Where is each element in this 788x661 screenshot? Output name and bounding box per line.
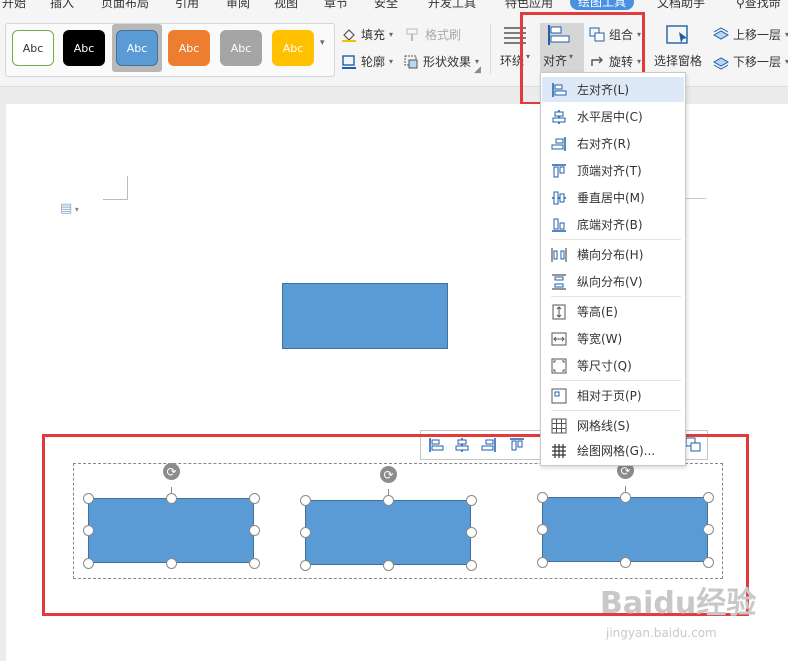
outline-icon	[342, 54, 356, 69]
drawing-grid-icon	[551, 443, 567, 459]
equal-size-icon	[551, 358, 567, 374]
paragraph-options-icon[interactable]: ▤ ▾	[60, 201, 79, 216]
page-margin-marker	[103, 176, 128, 200]
menu-separator	[551, 239, 681, 240]
baidu-watermark-url: jingyan.baidu.com	[606, 626, 717, 640]
tab-drawing-tools[interactable]: 绘图工具	[570, 0, 635, 10]
shape-style-6[interactable]: Abc	[272, 30, 314, 66]
chevron-down-icon: ▾	[389, 30, 394, 39]
align-left-icon	[551, 82, 567, 98]
search-icon: ⚲	[736, 0, 745, 10]
menu-item-align-top[interactable]: 顶端对齐(T)	[542, 158, 684, 183]
fill-icon	[342, 28, 356, 42]
menu-item-relative-to-page[interactable]: 相对于页(P)	[542, 383, 684, 408]
align-top-icon	[551, 163, 567, 179]
tab-doc-assistant[interactable]: 文档助手	[657, 0, 705, 10]
chevron-down-icon: ▾	[389, 57, 394, 66]
rectangle-shape[interactable]	[282, 283, 448, 349]
menu-separator	[551, 410, 681, 411]
menu-separator	[551, 296, 681, 297]
chevron-down-icon: ▾	[475, 57, 480, 66]
menu-separator	[551, 380, 681, 381]
shape-style-1[interactable]: Abc	[12, 30, 54, 66]
menu-item-align-middle[interactable]: 垂直居中(M)	[542, 185, 684, 210]
format-painter-icon	[406, 28, 418, 41]
shape-effect-button[interactable]: 形状效果 ▾	[403, 53, 479, 70]
align-bottom-icon	[551, 217, 567, 233]
menu-item-align-right[interactable]: 右对齐(R)	[542, 131, 684, 156]
shape-effect-icon	[404, 55, 418, 68]
menu-item-distribute-vertical[interactable]: 纵向分布(V)	[542, 269, 684, 294]
send-backward-icon	[713, 56, 729, 70]
bring-forward-icon	[713, 26, 729, 40]
tab-review[interactable]: 审阅	[226, 0, 250, 10]
selection-pane-button[interactable]: 选择窗格	[654, 24, 702, 69]
tab-special-apps[interactable]: 特色应用	[505, 0, 553, 10]
gallery-more-icon[interactable]: ▾	[320, 38, 325, 48]
tab-page-layout[interactable]: 页面布局	[101, 0, 149, 10]
baidu-watermark: Baidu经验	[600, 586, 757, 621]
tab-security[interactable]: 安全	[374, 0, 398, 10]
send-backward-button[interactable]: 下移一层 ▾	[713, 53, 788, 70]
menu-item-gridlines[interactable]: 网格线(S)	[542, 413, 684, 438]
menu-item-equal-size[interactable]: 等尺寸(Q)	[542, 353, 684, 378]
align-dropdown-menu: 左对齐(L) 水平居中(C) 右对齐(R) 顶端对齐(T) 垂直居中(M) 底端…	[540, 72, 686, 466]
outline-button[interactable]: 轮廓 ▾	[341, 53, 393, 70]
tab-developer[interactable]: 开发工具	[428, 0, 476, 10]
ribbon-divider	[490, 24, 491, 74]
format-painter-button[interactable]: 格式刷	[405, 26, 461, 43]
menu-item-drawing-grid[interactable]: 绘图网格(G)...	[542, 438, 684, 463]
menu-item-align-left[interactable]: 左对齐(L)	[542, 77, 684, 102]
tab-references[interactable]: 引用	[175, 0, 199, 10]
fill-button[interactable]: 填充 ▾	[341, 26, 393, 43]
shape-style-2[interactable]: Abc	[63, 30, 105, 66]
align-middle-icon	[551, 190, 567, 206]
ribbon-tab-strip: 开始 插入 页面布局 引用 审阅 视图 章节 安全 开发工具 特色应用 绘图工具…	[0, 0, 788, 10]
tab-insert[interactable]: 插入	[50, 0, 74, 10]
menu-item-equal-height[interactable]: 等高(E)	[542, 299, 684, 324]
align-right-icon	[551, 136, 567, 152]
gridlines-icon	[551, 418, 567, 434]
equal-width-icon	[551, 331, 567, 347]
align-center-icon	[551, 109, 567, 125]
tab-section[interactable]: 章节	[324, 0, 348, 10]
distribute-vertical-icon	[551, 273, 567, 290]
equal-height-icon	[551, 304, 567, 320]
menu-item-align-center[interactable]: 水平居中(C)	[542, 104, 684, 129]
shape-style-4[interactable]: Abc	[168, 30, 210, 66]
bring-forward-button[interactable]: 上移一层 ▾	[713, 26, 788, 43]
tab-view[interactable]: 视图	[274, 0, 298, 10]
tab-search[interactable]: ⚲查找命	[736, 0, 781, 10]
menu-item-equal-width[interactable]: 等宽(W)	[542, 326, 684, 351]
menu-item-align-bottom[interactable]: 底端对齐(B)	[542, 212, 684, 237]
distribute-horizontal-icon	[551, 247, 567, 263]
shape-style-3[interactable]: Abc	[116, 30, 158, 66]
relative-to-page-icon	[551, 388, 567, 404]
tab-home[interactable]: 开始	[2, 0, 26, 10]
selection-pane-icon	[666, 25, 688, 44]
page-margin-marker	[684, 198, 706, 199]
menu-item-distribute-horizontal[interactable]: 横向分布(H)	[542, 242, 684, 267]
shape-style-5[interactable]: Abc	[220, 30, 262, 66]
